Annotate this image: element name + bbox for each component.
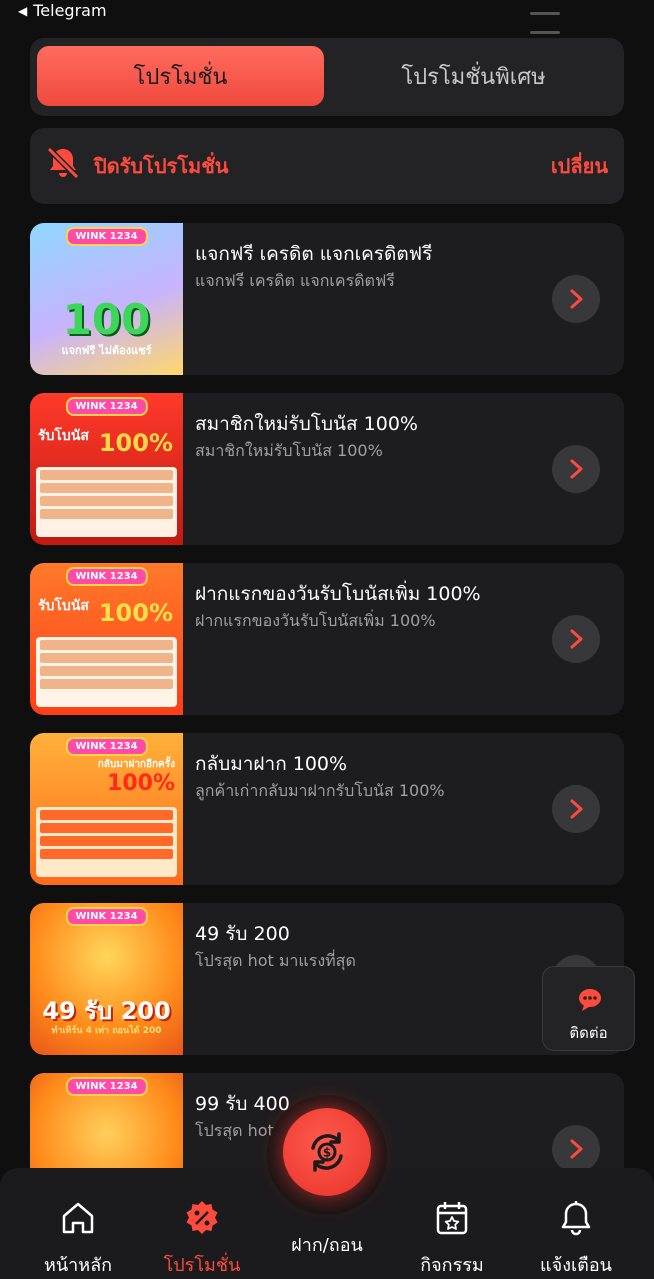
- contact-support-button[interactable]: ติดต่อ: [542, 966, 635, 1051]
- promo-card[interactable]: WINK 1234 100 แจกฟรี ไม่ต้องแชร์ แจกฟรี …: [30, 223, 624, 375]
- nav-activities[interactable]: กิจกรรม: [397, 1198, 507, 1279]
- nav-deposit-withdraw[interactable]: ฝาก/ถอน: [272, 1222, 382, 1259]
- tab-promotions[interactable]: โปรโมชั่น: [37, 46, 324, 106]
- promo-image: WINK 1234 100 แจกฟรี ไม่ต้องแชร์: [30, 223, 183, 375]
- status-indicators: [524, 0, 594, 34]
- status-bar: ◀ Telegram: [0, 0, 654, 34]
- promo-title: สมาชิกใหม่รับโบนัส 100%: [195, 413, 418, 435]
- calendar-star-icon: [436, 1202, 468, 1235]
- svg-text:$: $: [323, 1146, 331, 1160]
- promo-card[interactable]: WINK 1234 รับโบนัส 100% สมาชิกใหม่รับโบน…: [30, 393, 624, 545]
- promo-card[interactable]: WINK 1234 รับโบนัส 100% ฝากแรกของวันรับโ…: [30, 563, 624, 715]
- promo-image: WINK 1234 กลับมาฝากอีกครั้ง 100%: [30, 733, 183, 885]
- home-icon: [62, 1202, 94, 1234]
- promo-open-button[interactable]: [552, 785, 600, 833]
- promo-logo: WINK 1234: [65, 737, 148, 756]
- promo-open-button[interactable]: [552, 615, 600, 663]
- promo-logo: WINK 1234: [65, 1077, 148, 1096]
- deposit-withdraw-button[interactable]: $: [283, 1108, 371, 1196]
- back-label: Telegram: [33, 1, 107, 20]
- promo-subtitle: โปรสุด hot มาแรงที่สุด: [195, 951, 356, 970]
- promotion-badge-icon: [186, 1201, 218, 1234]
- chevron-right-icon: [570, 289, 583, 309]
- promo-subtitle: แจกฟรี เครดิต แจกเครดิตฟรี: [195, 271, 395, 290]
- notification-status-label: ปิดรับโปรโมชั่น: [94, 154, 229, 178]
- promo-title: 49 รับ 200: [195, 923, 290, 945]
- promo-open-button[interactable]: [552, 275, 600, 323]
- promo-tabs: โปรโมชั่น โปรโมชั่นพิเศษ: [30, 38, 624, 116]
- promo-open-button[interactable]: [552, 1125, 600, 1173]
- promo-title: แจกฟรี เครดิต แจกเครดิตฟรี: [195, 243, 433, 265]
- promo-title: 99 รับ 400: [195, 1093, 290, 1115]
- chevron-right-icon: [570, 799, 583, 819]
- promo-card[interactable]: WINK 1234 กลับมาฝากอีกครั้ง 100% กลับมาฝ…: [30, 733, 624, 885]
- promo-title: ฝากแรกของวันรับโบนัสเพิ่ม 100%: [195, 583, 481, 605]
- nav-promotions[interactable]: โปรโมชั่น: [147, 1198, 257, 1279]
- nav-notifications[interactable]: แจ้งเตือน: [521, 1198, 631, 1279]
- chevron-right-icon: [570, 459, 583, 479]
- bell-icon: [561, 1201, 591, 1236]
- chevron-right-icon: [570, 629, 583, 649]
- back-to-telegram-link[interactable]: ◀ Telegram: [18, 1, 107, 20]
- promo-image: WINK 1234 รับโบนัส 100%: [30, 393, 183, 545]
- promo-image: WINK 1234 49 รับ 200 ทำเทิร์น 4 เท่า ถอน…: [30, 903, 183, 1055]
- tab-special-promotions[interactable]: โปรโมชั่นพิเศษ: [330, 46, 617, 106]
- promo-logo: WINK 1234: [65, 907, 148, 926]
- promo-card[interactable]: WINK 1234 49 รับ 200 ทำเทิร์น 4 เท่า ถอน…: [30, 903, 624, 1055]
- promo-subtitle: สมาชิกใหม่รับโบนัส 100%: [195, 441, 383, 460]
- promo-notification-bar: ปิดรับโปรโมชั่น เปลี่ยน: [30, 128, 624, 204]
- promo-subtitle: ลูกค้าเก่ากลับมาฝากรับโบนัส 100%: [195, 781, 445, 800]
- chevron-right-icon: [570, 1139, 583, 1159]
- bell-off-icon: [45, 145, 81, 181]
- promo-open-button[interactable]: [552, 445, 600, 493]
- promo-title: กลับมาฝาก 100%: [195, 753, 348, 775]
- contact-label: ติดต่อ: [569, 1024, 608, 1042]
- deposit-withdraw-icon: $: [311, 1132, 343, 1172]
- promo-logo: WINK 1234: [65, 567, 148, 586]
- back-arrow-icon: ◀: [18, 3, 28, 18]
- change-notification-button[interactable]: เปลี่ยน: [551, 150, 608, 182]
- nav-home[interactable]: หน้าหลัก: [23, 1198, 133, 1279]
- promo-logo: WINK 1234: [65, 227, 148, 246]
- promo-subtitle: ฝากแรกของวันรับโบนัสเพิ่ม 100%: [195, 611, 436, 630]
- chat-support-icon: [579, 989, 601, 1011]
- promo-logo: WINK 1234: [65, 397, 148, 416]
- promo-image: WINK 1234 รับโบนัส 100%: [30, 563, 183, 715]
